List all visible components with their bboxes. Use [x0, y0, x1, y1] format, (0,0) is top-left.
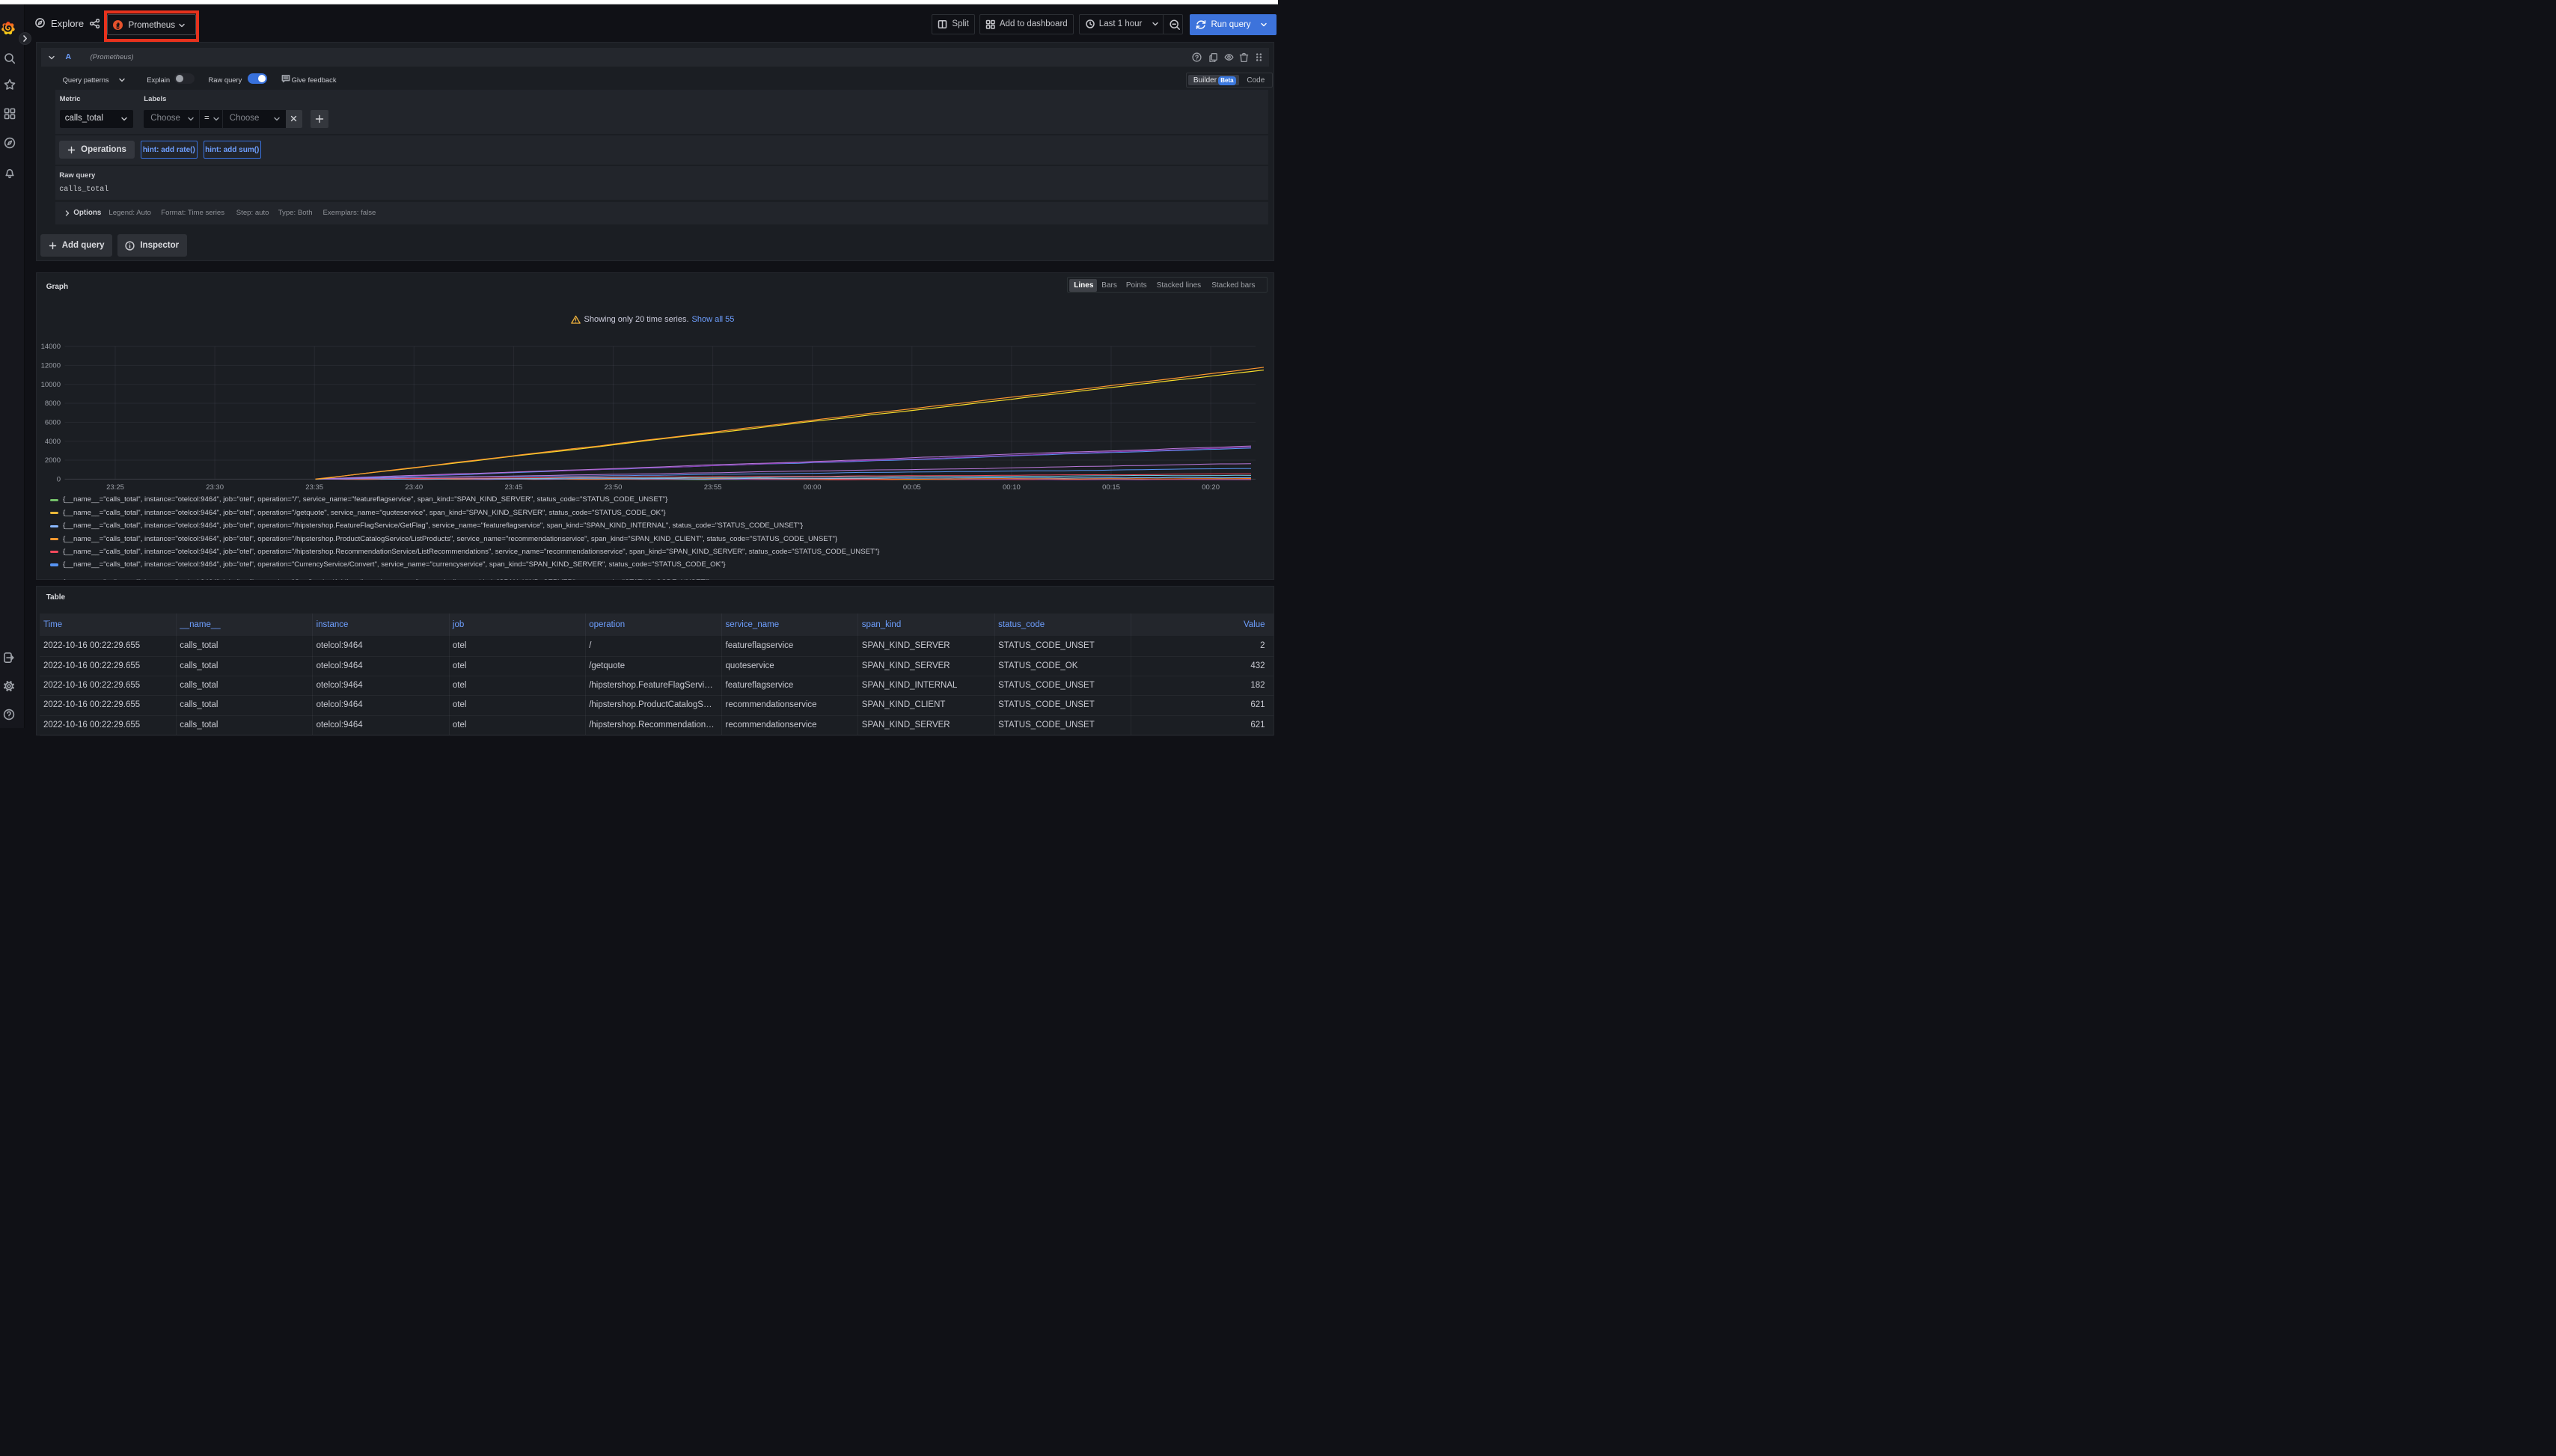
svg-text:0: 0 — [56, 476, 60, 484]
svg-text:00:15: 00:15 — [1102, 483, 1120, 492]
svg-text:14000: 14000 — [40, 343, 60, 351]
svg-text:23:50: 23:50 — [604, 483, 622, 492]
svg-text:4000: 4000 — [44, 438, 60, 446]
svg-text:00:20: 00:20 — [1202, 483, 1220, 492]
svg-text:23:45: 23:45 — [504, 483, 522, 492]
svg-text:00:00: 00:00 — [803, 483, 821, 492]
svg-text:00:10: 00:10 — [1003, 483, 1021, 492]
svg-text:23:30: 23:30 — [206, 483, 224, 492]
svg-text:10000: 10000 — [40, 381, 60, 389]
svg-text:23:25: 23:25 — [106, 483, 124, 492]
svg-text:12000: 12000 — [40, 362, 60, 370]
svg-text:23:55: 23:55 — [703, 483, 721, 492]
svg-text:2000: 2000 — [44, 456, 60, 465]
svg-text:6000: 6000 — [44, 419, 60, 427]
svg-text:00:05: 00:05 — [902, 483, 920, 492]
svg-text:23:35: 23:35 — [305, 483, 323, 492]
svg-text:8000: 8000 — [44, 400, 60, 408]
svg-text:23:40: 23:40 — [405, 483, 423, 492]
